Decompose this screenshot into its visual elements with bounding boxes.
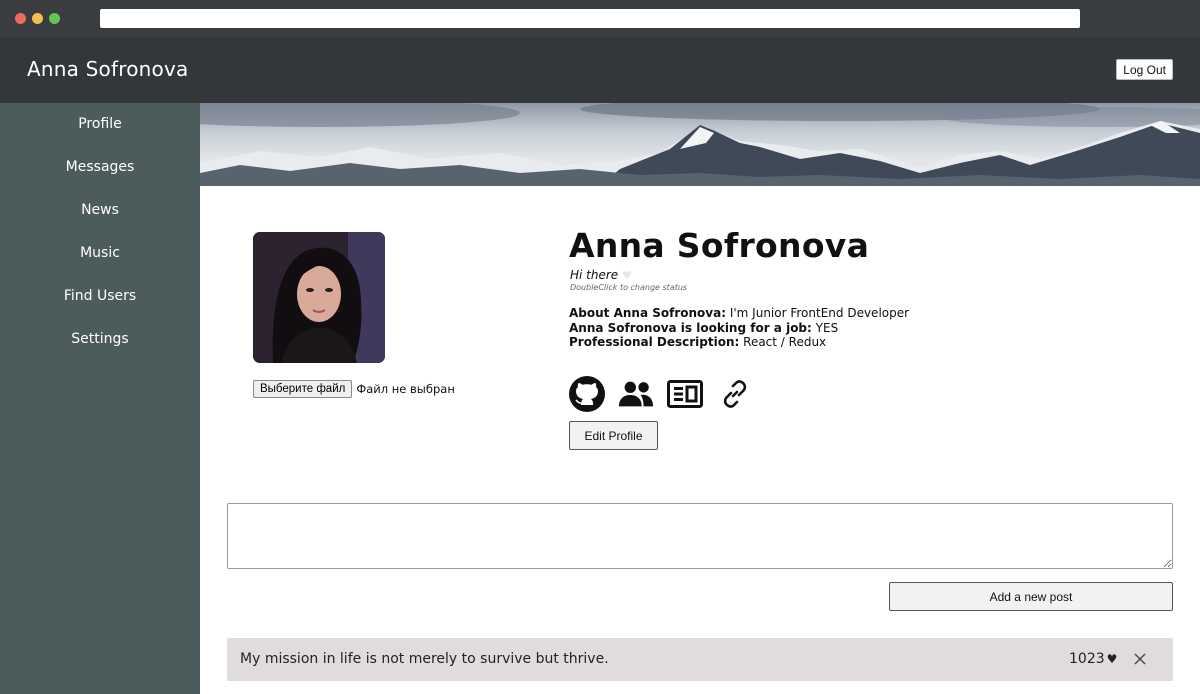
status-hint: DoubleClick to change status — [570, 283, 688, 292]
sidebar-item-news[interactable]: News — [0, 202, 200, 218]
heart-icon: ♥ — [622, 269, 632, 282]
news-icon[interactable] — [667, 376, 703, 412]
status-text: Hi there — [570, 268, 619, 282]
post-item: My mission in life is not merely to surv… — [227, 638, 1173, 681]
sidebar-item-settings[interactable]: Settings — [0, 331, 200, 347]
sidebar-item-find-users[interactable]: Find Users — [0, 288, 200, 304]
close-icon[interactable] — [1132, 651, 1148, 667]
post-like-button[interactable]: 1023 ♥ — [1069, 651, 1117, 667]
about-value: I'm Junior FrontEnd Developer — [729, 306, 910, 320]
profile-banner-image — [200, 103, 1200, 186]
job-row: Anna Sofronova is looking for a job: YES — [569, 321, 838, 335]
browser-chrome — [0, 0, 1200, 37]
new-post-textarea[interactable] — [227, 503, 1173, 569]
about-row: About Anna Sofronova: I'm Junior FrontEn… — [569, 306, 909, 320]
job-label: Anna Sofronova is looking for a job: — [569, 321, 812, 335]
app-header: Anna Sofronova Log Out — [0, 37, 1200, 103]
edit-profile-button[interactable]: Edit Profile — [569, 421, 658, 450]
maximize-window-button[interactable] — [49, 13, 60, 24]
like-count: 1023 — [1069, 651, 1105, 667]
add-post-button[interactable]: Add a new post — [889, 582, 1173, 611]
address-bar[interactable] — [100, 9, 1080, 28]
description-label: Professional Description: — [569, 335, 740, 349]
logout-button[interactable]: Log Out — [1116, 59, 1173, 80]
about-label: About Anna Sofronova: — [569, 306, 727, 320]
close-window-button[interactable] — [15, 13, 26, 24]
avatar-upload-row: Выберите файл Файл не выбран — [253, 380, 455, 398]
file-status-text: Файл не выбран — [356, 382, 455, 396]
sidebar-item-profile[interactable]: Profile — [0, 116, 200, 132]
profile-status[interactable]: Hi there ♥ — [570, 268, 632, 282]
description-value: React / Redux — [743, 335, 827, 349]
users-icon[interactable] — [618, 376, 654, 412]
job-value: YES — [815, 321, 839, 335]
sidebar: Profile Messages News Music Find Users S… — [0, 103, 200, 694]
post-text: My mission in life is not merely to surv… — [240, 651, 609, 667]
choose-file-button[interactable]: Выберите файл — [253, 380, 353, 398]
brand-title: Anna Sofronova — [27, 57, 189, 81]
sidebar-item-messages[interactable]: Messages — [0, 159, 200, 175]
minimize-window-button[interactable] — [32, 13, 43, 24]
heart-icon: ♥ — [1106, 652, 1118, 666]
profile-avatar — [253, 232, 385, 363]
github-icon[interactable] — [569, 376, 605, 412]
sidebar-item-music[interactable]: Music — [0, 245, 200, 261]
link-icon[interactable] — [717, 376, 753, 412]
description-row: Professional Description: React / Redux — [569, 335, 826, 349]
profile-name: Anna Sofronova — [569, 226, 870, 265]
